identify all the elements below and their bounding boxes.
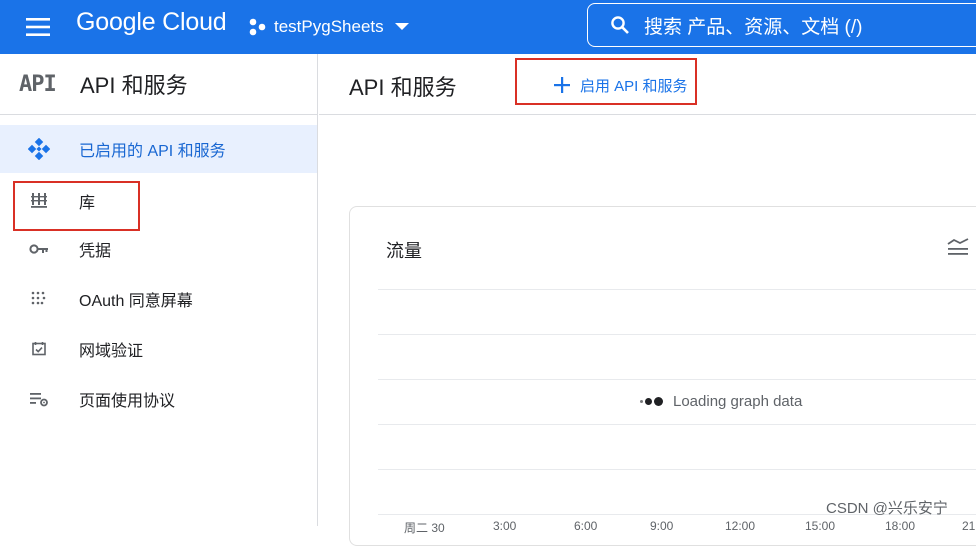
x-axis-tick: 9:00 (650, 519, 674, 533)
x-axis-tick: 21:00 (962, 519, 976, 533)
project-nodes-icon (249, 18, 266, 36)
chart-gridline (378, 424, 976, 425)
traffic-card: 流量 Loading graph data 周二 30 3:00 6:00 9:… (349, 206, 976, 546)
sidebar-item-label: OAuth 同意屏幕 (79, 293, 193, 310)
project-selector[interactable]: testPygSheets (248, 12, 410, 42)
search-input[interactable]: 搜索 产品、资源、文档 (/) (587, 3, 976, 47)
sidebar-item-credentials[interactable]: 凭据 (0, 225, 317, 273)
api-badge: API (19, 71, 57, 97)
x-axis-tick: 周二 30 (404, 521, 445, 535)
search-icon (611, 16, 629, 34)
main-menu-button[interactable] (18, 13, 58, 41)
search-placeholder: 搜索 产品、资源、文档 (/) (644, 16, 863, 38)
oauth-dots-icon (28, 288, 50, 310)
settings-list-icon (28, 388, 50, 410)
sidebar-item-label: 网域验证 (79, 343, 144, 360)
card-title: 流量 (386, 241, 422, 261)
plus-icon (554, 77, 570, 93)
sidebar-item-enabled-apis[interactable]: 已启用的 API 和服务 (0, 125, 317, 173)
main-content: API 和服务 启用 API 和服务 流量 Loading graph data… (319, 54, 976, 546)
x-axis-tick: 6:00 (574, 519, 598, 533)
chart-gridline (378, 289, 976, 290)
sidebar-header: API API 和服务 (0, 54, 317, 115)
x-axis-tick: 18:00 (885, 519, 916, 533)
x-axis-tick: 12:00 (725, 519, 756, 533)
sidebar-item-label: 库 (79, 195, 96, 212)
google-cloud-logo[interactable]: Google Cloud (76, 8, 227, 37)
sidebar: API API 和服务 已启用的 API 和服务 库 凭据 OAuth 同意屏幕… (0, 54, 318, 526)
enable-apis-label: 启用 API 和服务 (580, 77, 688, 95)
legend-lines-icon (947, 238, 969, 255)
sidebar-item-label: 凭据 (79, 243, 112, 260)
sidebar-item-label: 页面使用协议 (79, 393, 176, 410)
main-header: API 和服务 启用 API 和服务 (319, 54, 976, 115)
top-app-bar: Google Cloud testPygSheets 搜索 产品、资源、文档 (… (0, 0, 976, 54)
enable-apis-button[interactable]: 启用 API 和服务 (535, 68, 692, 102)
loading-indicator: Loading graph data (640, 393, 802, 410)
chevron-down-icon (394, 23, 409, 30)
sidebar-item-domain-verification[interactable]: 网域验证 (0, 325, 317, 373)
x-axis-tick: 15:00 (805, 519, 836, 533)
watermark: CSDN @兴乐安宁 (826, 500, 948, 517)
loading-text: Loading graph data (673, 393, 803, 410)
sidebar-title: API 和服务 (80, 73, 188, 98)
chart-gridline (378, 469, 976, 470)
hamburger-menu-icon (26, 18, 50, 36)
legend-toggle-button[interactable] (946, 237, 974, 259)
api-diamond-icon (28, 138, 50, 160)
page-title: API 和服务 (349, 75, 457, 100)
sidebar-item-label: 已启用的 API 和服务 (79, 143, 226, 160)
chart-gridline (378, 334, 976, 335)
x-axis-tick: 3:00 (493, 519, 517, 533)
key-icon (28, 238, 50, 260)
chart-gridline (378, 379, 976, 380)
sidebar-item-library[interactable]: 库 (0, 176, 317, 224)
checkbox-icon (28, 338, 50, 360)
library-icon (28, 189, 50, 211)
sidebar-item-oauth-consent[interactable]: OAuth 同意屏幕 (0, 275, 317, 323)
loading-dots-icon (640, 397, 663, 406)
project-name: testPygSheets (274, 17, 384, 36)
sidebar-item-page-usage-agreement[interactable]: 页面使用协议 (0, 375, 317, 423)
